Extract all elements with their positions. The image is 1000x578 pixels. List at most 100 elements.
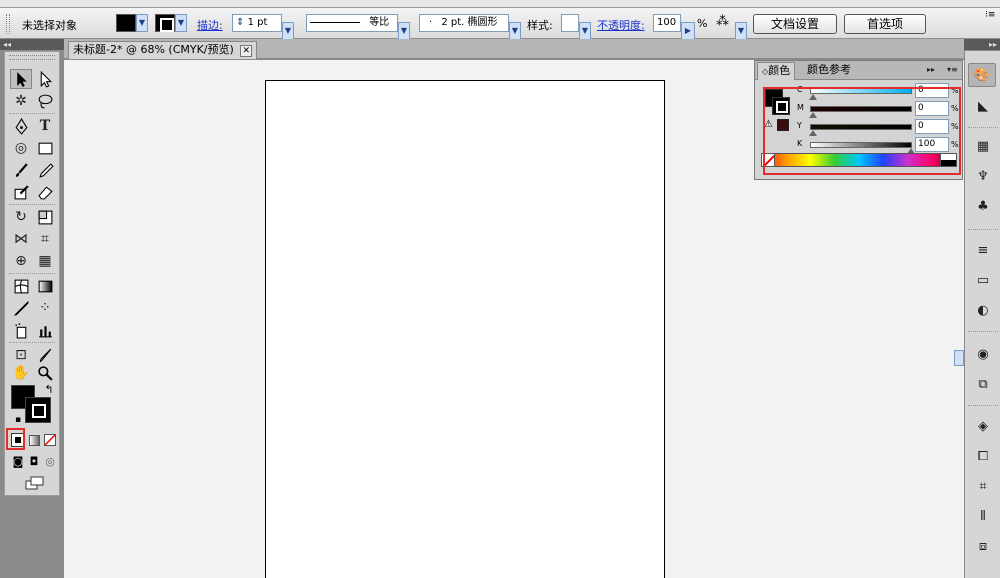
channel-slider-c[interactable] <box>810 88 912 94</box>
stroke-link[interactable]: 描边: <box>197 17 223 33</box>
swatches-icon[interactable]: ▦ <box>974 137 992 155</box>
slice-tool-icon[interactable] <box>34 345 56 365</box>
chevron-down-icon[interactable]: ▼ <box>579 22 591 40</box>
stroke-swatch[interactable] <box>155 14 175 32</box>
document-tab[interactable]: 未标题-2* @ 68% (CMYK/预览) ✕ <box>68 41 258 59</box>
screen-mode-icon[interactable] <box>25 476 45 490</box>
gradient-icon[interactable]: ▭ <box>974 271 992 289</box>
tools-collapse-bar[interactable]: ◂◂ <box>0 39 64 50</box>
chevron-down-icon[interactable]: ▼ <box>282 22 294 40</box>
lasso-tool-icon[interactable] <box>34 91 56 111</box>
none-swatch-icon[interactable] <box>761 153 775 167</box>
fill-swatch[interactable] <box>116 14 136 32</box>
channel-slider-k[interactable] <box>810 142 912 148</box>
chevron-down-icon[interactable]: ▼ <box>735 22 747 40</box>
chevron-down-icon[interactable]: ▼ <box>398 22 410 40</box>
shape-builder-tool-icon[interactable]: ⊕ <box>10 251 32 271</box>
blend-tool-icon[interactable]: ⁘ <box>34 298 56 318</box>
symbols-icon[interactable]: ♣ <box>974 197 992 215</box>
eraser-tool-icon[interactable] <box>34 182 56 202</box>
rectangle-tool-icon[interactable] <box>34 138 56 158</box>
out-of-gamut-icon[interactable]: ⚠ <box>764 119 776 131</box>
panel-stroke-swatch[interactable] <box>772 97 790 115</box>
zoom-tool-icon[interactable] <box>34 363 56 383</box>
appearance-icon[interactable]: ◉ <box>974 345 992 363</box>
perspective-grid-tool-icon[interactable]: ▦ <box>34 251 56 271</box>
document-setup-button[interactable]: 文档设置 <box>753 14 837 34</box>
tab-color[interactable]: ◇颜色 <box>757 62 796 80</box>
slider-thumb-icon[interactable] <box>809 130 817 136</box>
panel-resize-handle[interactable] <box>954 350 964 366</box>
stroke-weight-field[interactable]: ⇕ 1 pt <box>232 14 282 32</box>
transparency-icon[interactable]: ◐ <box>974 301 992 319</box>
rotate-tool-icon[interactable]: ↻ <box>10 207 32 227</box>
mesh-tool-icon[interactable] <box>10 276 32 296</box>
stroke-swatch-control[interactable]: ▼ <box>155 14 187 32</box>
artboard[interactable] <box>265 80 665 578</box>
color-mode-icon[interactable] <box>11 433 25 447</box>
eyedropper-tool-icon[interactable] <box>10 298 32 318</box>
scale-tool-icon[interactable] <box>34 207 56 227</box>
fill-swatch-control[interactable]: ▼ <box>116 14 148 32</box>
gradient-mode-icon[interactable] <box>27 433 41 447</box>
channel-value-y[interactable]: 0 <box>915 119 949 134</box>
gradient-tool-icon[interactable] <box>34 276 56 296</box>
paintbrush-tool-icon[interactable] <box>10 160 32 180</box>
artboard-tool-icon[interactable]: ⊡ <box>10 345 32 365</box>
channel-value-m[interactable]: 0 <box>915 101 949 116</box>
color-spectrum[interactable] <box>761 153 957 167</box>
none-mode-icon[interactable] <box>43 433 57 447</box>
width-tool-icon[interactable]: ⋈ <box>10 229 32 249</box>
pathfinder-icon[interactable]: ⧈ <box>974 537 992 555</box>
stroke-icon[interactable]: ≡ <box>974 241 992 259</box>
collapse-panel-icon[interactable]: ▸▸ <box>927 65 935 74</box>
slider-thumb-icon[interactable] <box>809 112 817 118</box>
slider-thumb-icon[interactable] <box>809 94 817 100</box>
preferences-button[interactable]: 首选项 <box>844 14 926 34</box>
variable-width-profile[interactable]: 等比 <box>306 14 398 32</box>
graphic-styles-icon[interactable]: ⧉ <box>974 375 992 393</box>
recolor-icon[interactable]: ⁂ <box>716 14 729 29</box>
pencil-tool-icon[interactable] <box>34 160 56 180</box>
color-panel-icon[interactable]: 🎨 <box>968 63 996 87</box>
control-bar-grip[interactable] <box>6 14 10 34</box>
free-transform-tool-icon[interactable]: ⌗ <box>34 229 56 249</box>
spiral-tool-icon[interactable]: ◎ <box>10 138 32 158</box>
draw-normal-icon[interactable]: ◙ <box>11 454 25 468</box>
black-white-swatch[interactable] <box>940 153 957 167</box>
default-fill-stroke-icon[interactable]: ▪ <box>11 413 25 427</box>
brushes-icon[interactable]: ♆ <box>974 167 992 185</box>
color-guide-icon[interactable]: ◣ <box>974 97 992 115</box>
chevron-down-icon[interactable]: ▼ <box>175 14 187 32</box>
chevron-down-icon[interactable]: ▼ <box>509 22 521 40</box>
direct-selection-tool-icon[interactable] <box>34 69 56 89</box>
hand-tool-icon[interactable]: ✋ <box>10 363 32 383</box>
draw-behind-icon[interactable]: ◘ <box>27 454 41 468</box>
opacity-link[interactable]: 不透明度: <box>597 17 645 33</box>
symbol-sprayer-tool-icon[interactable] <box>10 320 32 340</box>
panel-menu-icon[interactable]: ⁝≡ <box>985 10 995 20</box>
align-icon[interactable]: ⫴ <box>974 507 992 525</box>
panel-menu-icon[interactable]: ▾≡ <box>947 65 958 74</box>
blob-brush-tool-icon[interactable] <box>10 182 32 202</box>
channel-slider-m[interactable] <box>810 106 912 112</box>
magic-wand-tool-icon[interactable]: ✲ <box>10 91 32 111</box>
opacity-field[interactable]: 100 <box>653 14 681 32</box>
layers-icon[interactable]: ◈ <box>974 417 992 435</box>
close-icon[interactable]: ✕ <box>240 45 253 57</box>
stroke-color-box[interactable] <box>25 397 51 423</box>
transform-icon[interactable]: ⌗ <box>974 477 992 495</box>
tab-color-guide[interactable]: 颜色参考 <box>803 62 855 80</box>
channel-slider-y[interactable] <box>810 124 912 130</box>
artboards-icon[interactable]: ⧠ <box>974 447 992 465</box>
brush-definition[interactable]: · 2 pt. 椭圆形 <box>419 14 509 32</box>
chevron-right-icon[interactable]: ▶ <box>681 22 695 40</box>
type-tool-icon[interactable]: T <box>34 116 56 136</box>
swap-fill-stroke-icon[interactable]: ↰ <box>42 382 56 396</box>
channel-value-k[interactable]: 100 <box>915 137 949 152</box>
pen-tool-icon[interactable] <box>10 116 32 136</box>
tools-grip[interactable] <box>9 55 55 60</box>
column-graph-tool-icon[interactable] <box>34 320 56 340</box>
draw-inside-icon[interactable]: ◎ <box>43 454 57 468</box>
stepper-icon[interactable]: ⇕ <box>236 17 244 28</box>
